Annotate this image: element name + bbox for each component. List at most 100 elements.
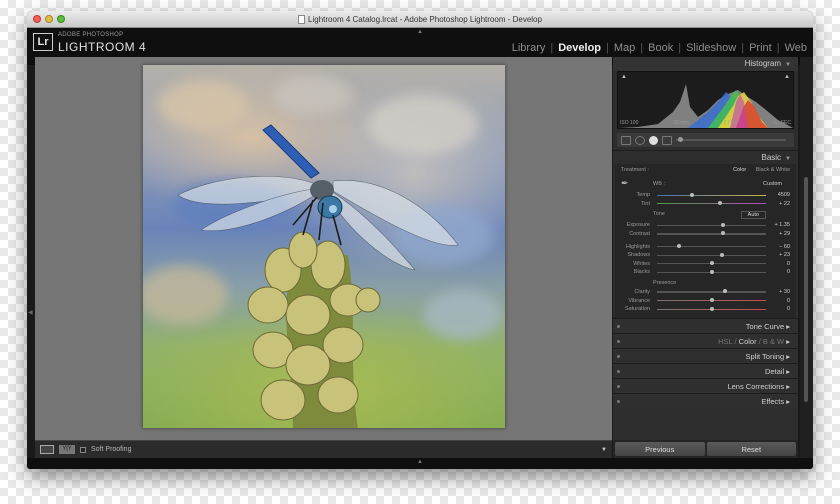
tone-curve-header[interactable]: Tone Curve ▸ <box>613 317 798 333</box>
contrast-slider[interactable]: Contrast + 29 <box>615 230 796 239</box>
filmstrip-toggle-icon[interactable]: ▲ <box>417 459 423 465</box>
hsl-tab[interactable]: HSL <box>718 337 732 346</box>
treatment-color[interactable]: Color <box>733 167 746 173</box>
graduated-filter-icon[interactable] <box>662 135 672 145</box>
shadows-value[interactable]: + 23 <box>770 252 790 258</box>
canvas-toolbar: Y|Y Soft Proofing ▼ <box>35 440 612 458</box>
slider-knob[interactable] <box>709 269 714 274</box>
shadow-clipping-icon[interactable]: ▲ <box>621 74 627 80</box>
detail-title: Detail <box>764 366 785 376</box>
brand-line1: ADOBE PHOTOSHOP <box>58 32 124 38</box>
exposure-label: Exposure <box>626 222 650 229</box>
window-controls <box>33 15 65 23</box>
previous-reset-bar: Previous Reset <box>613 440 798 458</box>
histogram[interactable]: ▲ ▲ ISO 100 35 mm ƒ / 9.0 ¹⁄₅₀ SEC <box>617 71 794 129</box>
slider-knob[interactable] <box>721 231 726 236</box>
basic-header[interactable]: Basic ▼ <box>613 150 798 164</box>
eyedropper-icon[interactable]: ✒ <box>621 178 635 189</box>
slider-knob[interactable] <box>709 306 714 311</box>
clarity-slider[interactable]: Clarity + 30 <box>615 288 796 297</box>
loupe-view-button[interactable] <box>40 445 54 454</box>
soft-proofing-checkbox[interactable] <box>80 446 86 453</box>
whites-slider[interactable]: Whites 0 <box>615 260 796 269</box>
module-map[interactable]: Map <box>614 42 635 54</box>
basic-title: Basic <box>761 153 782 162</box>
split-toning-title: Split Toning <box>745 351 785 361</box>
temp-slider[interactable]: Temp 4509 <box>615 191 796 200</box>
dragonfly-photo[interactable] <box>143 65 505 428</box>
soft-proofing-label: Soft Proofing <box>91 446 132 453</box>
saturation-slider[interactable]: Saturation 0 <box>615 305 796 314</box>
module-slideshow[interactable]: Slideshow <box>686 42 736 54</box>
previous-button[interactable]: Previous <box>615 442 705 456</box>
panel-collapse-icon[interactable]: ▼ <box>785 62 791 68</box>
reset-button[interactable]: Reset <box>706 442 796 456</box>
slider-knob[interactable] <box>689 192 694 197</box>
slider-knob[interactable] <box>718 201 723 206</box>
shadows-slider[interactable]: Shadows + 23 <box>615 251 796 260</box>
vibrance-value[interactable]: 0 <box>770 298 790 304</box>
close-button[interactable] <box>33 15 41 23</box>
slider-knob[interactable] <box>676 244 681 249</box>
tone-label: Tone <box>653 211 665 218</box>
brush-slider[interactable] <box>676 137 786 142</box>
vibrance-label: Vibrance <box>628 297 650 304</box>
presence-label: Presence <box>653 279 677 286</box>
toolbar-menu-icon[interactable]: ▼ <box>601 447 607 453</box>
vibrance-slider[interactable]: Vibrance 0 <box>615 296 796 305</box>
slider-knob[interactable] <box>721 222 726 227</box>
whites-label: Whites <box>633 260 650 267</box>
color-tab[interactable]: Color <box>739 337 757 346</box>
exposure-value[interactable]: + 1.35 <box>770 222 790 228</box>
lens-corrections-header[interactable]: Lens Corrections ▸ <box>613 377 798 393</box>
highlights-slider[interactable]: Highlights − 60 <box>615 242 796 251</box>
left-panel-toggle-icon[interactable]: ◀ <box>28 309 33 316</box>
scrollbar-thumb[interactable] <box>804 177 808 402</box>
temp-value[interactable]: 4509 <box>770 192 790 198</box>
effects-header[interactable]: Effects ▸ <box>613 392 798 408</box>
clarity-value[interactable]: + 30 <box>770 289 790 295</box>
blacks-slider[interactable]: Blacks 0 <box>615 268 796 277</box>
exposure-slider[interactable]: Exposure + 1.35 <box>615 221 796 230</box>
module-print[interactable]: Print <box>749 42 772 54</box>
highlights-value[interactable]: − 60 <box>770 244 790 250</box>
tint-value[interactable]: + 22 <box>770 201 790 207</box>
contrast-value[interactable]: + 29 <box>770 231 790 237</box>
image-canvas[interactable] <box>35 57 612 440</box>
zoom-button[interactable] <box>57 15 65 23</box>
module-develop[interactable]: Develop <box>558 42 601 54</box>
basic-panel: Treatment : Color Black & White ✒ WB : C… <box>615 164 796 318</box>
right-panel-scrollbar[interactable] <box>800 57 813 458</box>
split-toning-header[interactable]: Split Toning ▸ <box>613 347 798 363</box>
red-eye-icon[interactable] <box>649 135 658 145</box>
module-book[interactable]: Book <box>648 42 673 54</box>
hsl-header[interactable]: HSL / Color / B & W ▸ <box>613 332 798 348</box>
minimize-button[interactable] <box>45 15 53 23</box>
wb-dropdown[interactable]: Custom <box>763 181 782 187</box>
before-after-button[interactable]: Y|Y <box>59 445 75 454</box>
blacks-value[interactable]: 0 <box>770 269 790 275</box>
top-panel-toggle-icon[interactable]: ▲ <box>417 29 423 35</box>
saturation-label: Saturation <box>624 306 650 313</box>
basic-collapse-icon[interactable]: ▼ <box>785 156 791 162</box>
highlight-clipping-icon[interactable]: ▲ <box>784 74 790 80</box>
tint-label: Tint <box>641 200 650 207</box>
saturation-value[interactable]: 0 <box>770 306 790 312</box>
slider-knob[interactable] <box>720 252 725 257</box>
detail-header[interactable]: Detail ▸ <box>613 362 798 378</box>
histogram-header[interactable]: Histogram ▼ <box>613 57 798 71</box>
whites-value[interactable]: 0 <box>770 261 790 267</box>
slider-knob[interactable] <box>722 289 727 294</box>
crop-tool-icon[interactable] <box>621 135 631 145</box>
histogram-title: Histogram <box>744 59 782 68</box>
auto-tone-button[interactable]: Auto <box>740 211 766 220</box>
tint-slider[interactable]: Tint + 22 <box>615 200 796 209</box>
bw-tab[interactable]: B & W <box>763 337 784 346</box>
module-web[interactable]: Web <box>785 42 807 54</box>
filmstrip-edge: ▲ <box>27 458 813 469</box>
slider-knob[interactable] <box>709 298 714 303</box>
treatment-bw[interactable]: Black & White <box>756 167 790 173</box>
module-library[interactable]: Library <box>512 42 546 54</box>
slider-knob[interactable] <box>709 261 714 266</box>
spot-removal-icon[interactable] <box>635 135 645 145</box>
